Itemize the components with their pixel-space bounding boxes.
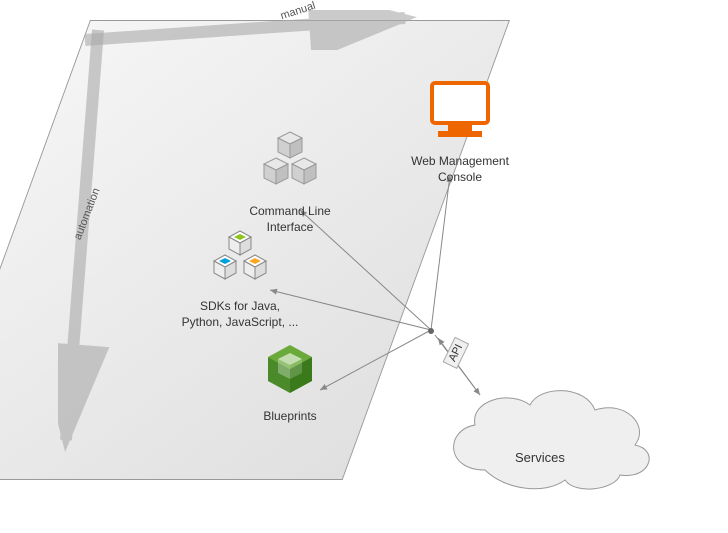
component-blueprints: Blueprints [230, 340, 350, 425]
cubes-icon [250, 130, 330, 195]
blueprint-cube-icon [255, 340, 325, 400]
monitor-icon [420, 75, 500, 145]
diagram-container: manual automation Web ManagementConsole [0, 0, 728, 533]
component-sdks: SDKs for Java,Python, JavaScript, ... [150, 230, 330, 330]
component-cli: Command LineInterface [220, 130, 360, 235]
cloud-icon [425, 370, 665, 510]
services-label: Services [515, 450, 565, 465]
sdk-cubes-icon [195, 230, 285, 290]
component-web-console: Web ManagementConsole [380, 75, 540, 185]
blueprints-label: Blueprints [230, 409, 350, 425]
sdks-label: SDKs for Java,Python, JavaScript, ... [150, 299, 330, 330]
web-console-label: Web ManagementConsole [380, 154, 540, 185]
hub-point [428, 328, 434, 334]
